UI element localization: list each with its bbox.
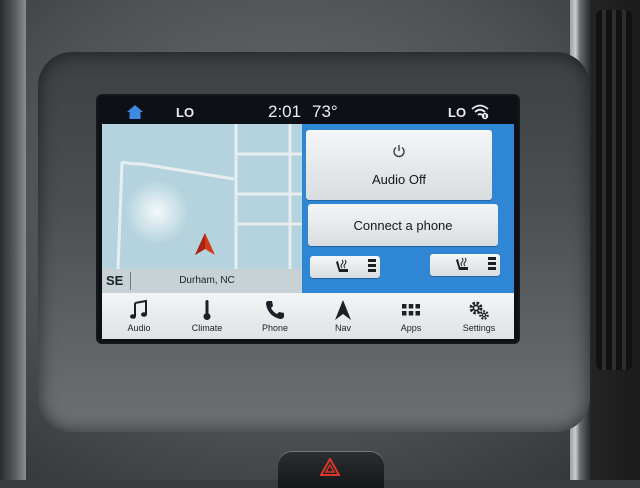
nav-arrow-icon <box>195 233 215 255</box>
nav-label: Phone <box>261 323 289 333</box>
driver-temp-setting[interactable]: LO <box>176 105 194 120</box>
phone-icon <box>266 301 284 319</box>
connect-phone-button[interactable]: Connect a phone <box>308 204 498 246</box>
power-icon <box>393 145 405 158</box>
home-icon[interactable] <box>126 104 144 120</box>
nav-item-climate[interactable]: Climate <box>174 293 240 339</box>
compass-heading: SE <box>106 273 124 288</box>
seat-heater-icon <box>336 259 348 272</box>
thermometer-icon <box>203 300 211 320</box>
bottom-nav-bar: Audio Climate Phone Nav Apps Settings <box>102 293 514 339</box>
passenger-temp-setting[interactable]: LO <box>448 105 466 120</box>
nav-label: Audio <box>127 323 151 333</box>
status-bar: LO 2:01 73° LO <box>102 100 514 124</box>
seat-heater-icon <box>456 257 468 270</box>
screen-glare <box>122 182 192 242</box>
nav-label: Nav <box>334 323 351 333</box>
nav-item-phone[interactable]: Phone <box>242 293 308 339</box>
dashboard-rim-left <box>0 0 26 480</box>
infotainment-screen: LO 2:01 73° LO SE Durham, NC Audio Off C… <box>98 96 518 342</box>
divider <box>130 272 131 290</box>
quick-controls-panel: Audio Off Connect a phone <box>302 124 514 293</box>
outside-temperature: 73° <box>312 102 338 121</box>
audio-off-label: Audio Off <box>372 172 426 187</box>
nav-item-nav[interactable]: Nav <box>310 293 376 339</box>
driver-seat-heater-button[interactable] <box>310 256 380 278</box>
nav-label: Settings <box>462 323 496 333</box>
current-location: Durham, NC <box>179 275 235 286</box>
map-info-bar: SE Durham, NC <box>102 269 302 293</box>
nav-item-settings[interactable]: Settings <box>446 293 512 339</box>
passenger-seat-heater-button[interactable] <box>430 254 500 276</box>
map-view[interactable] <box>102 124 302 269</box>
apps-grid-icon <box>402 304 420 316</box>
clock: 2:01 <box>268 102 302 121</box>
air-vent <box>596 10 632 370</box>
hazard-icon <box>320 458 340 476</box>
wifi-icon <box>471 104 489 120</box>
nav-item-apps[interactable]: Apps <box>378 293 444 339</box>
audio-off-button[interactable]: Audio Off <box>306 130 492 200</box>
music-note-icon <box>130 299 147 319</box>
heat-level-indicator <box>368 259 376 275</box>
heat-level-indicator <box>488 257 496 273</box>
nav-label: Apps <box>400 323 422 333</box>
hazard-button[interactable] <box>278 452 384 488</box>
connect-phone-label: Connect a phone <box>353 218 453 233</box>
gear-icon <box>469 301 489 320</box>
nav-arrow-icon <box>335 300 351 320</box>
nav-label: Climate <box>191 323 223 333</box>
nav-item-audio[interactable]: Audio <box>106 293 172 339</box>
